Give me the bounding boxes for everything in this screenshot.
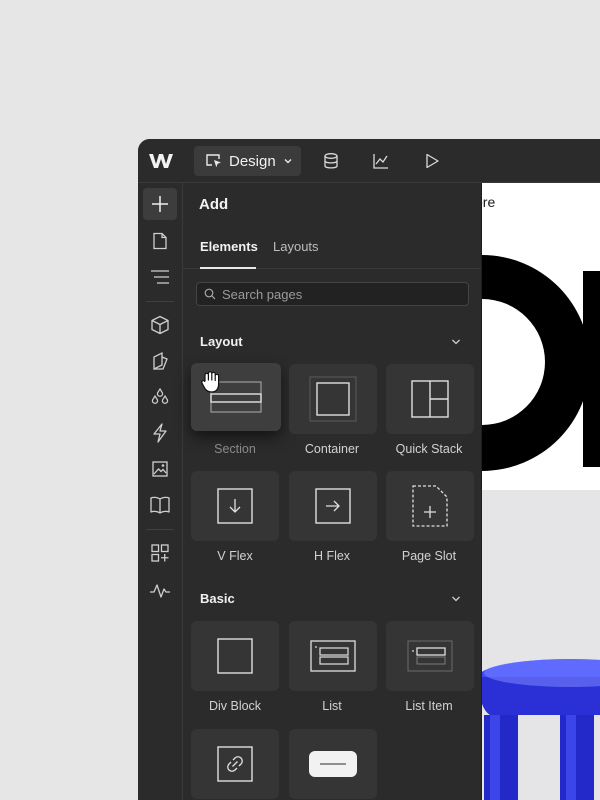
layout-section-header[interactable]: Layout — [183, 330, 481, 354]
database-icon[interactable] — [322, 152, 340, 170]
analytics-icon[interactable] — [372, 152, 390, 170]
element-container[interactable] — [289, 364, 377, 434]
assets-button[interactable] — [143, 453, 177, 485]
search-icon — [204, 288, 216, 300]
style-icon — [153, 351, 168, 371]
apps-button[interactable] — [143, 537, 177, 569]
play-icon[interactable] — [423, 152, 441, 170]
h-flex-element-icon — [315, 488, 351, 524]
page-slot-element-icon — [412, 485, 448, 527]
element-label: Container — [304, 442, 360, 456]
canvas-text: ore — [482, 194, 496, 210]
image-icon — [152, 461, 168, 477]
container-element-icon — [309, 376, 357, 422]
element-label: Quick Stack — [395, 442, 463, 456]
div-block-element-icon — [217, 638, 253, 674]
element-page-slot[interactable] — [386, 471, 474, 541]
v-flex-element-icon — [217, 488, 253, 524]
grab-hand-cursor-icon — [201, 371, 220, 393]
mode-label: Design — [229, 152, 276, 170]
element-button[interactable] — [289, 729, 377, 799]
element-v-flex[interactable] — [191, 471, 279, 541]
audit-button[interactable] — [143, 575, 177, 607]
button-element-icon — [309, 751, 357, 777]
element-label: List Item — [405, 699, 453, 713]
pulse-icon — [150, 584, 170, 598]
section-label-basic: Basic — [200, 591, 235, 606]
cursor-box-icon — [206, 154, 221, 168]
navigator-icon — [151, 270, 169, 284]
top-bar: Design — [138, 139, 600, 183]
element-label: List — [322, 699, 342, 713]
tab-elements[interactable]: Elements — [200, 239, 258, 254]
rail-divider — [146, 301, 174, 302]
element-list[interactable] — [289, 621, 377, 691]
style-manager-button[interactable] — [143, 345, 177, 377]
variables-button[interactable] — [143, 381, 177, 413]
navigator-button[interactable] — [143, 261, 177, 293]
tab-layouts[interactable]: Layouts — [273, 239, 319, 254]
plus-icon — [152, 196, 168, 212]
element-list-item[interactable] — [386, 621, 474, 691]
chevron-down-icon — [452, 596, 460, 602]
page-icon — [153, 232, 167, 250]
box-icon — [151, 315, 169, 335]
apps-icon — [151, 544, 169, 562]
rail-divider — [146, 529, 174, 530]
pages-button[interactable] — [143, 225, 177, 257]
element-label: V Flex — [217, 549, 253, 563]
element-h-flex[interactable] — [289, 471, 377, 541]
book-icon — [150, 496, 170, 514]
search-box[interactable] — [196, 282, 469, 306]
element-link-block[interactable] — [191, 729, 279, 799]
components-button[interactable] — [143, 309, 177, 341]
canvas-page: ore — [482, 183, 600, 490]
element-label: Page Slot — [401, 549, 457, 563]
basic-section-header[interactable]: Basic — [183, 587, 481, 611]
quick-stack-element-icon — [411, 380, 449, 418]
element-div-block[interactable] — [191, 621, 279, 691]
chevron-down-icon — [284, 159, 292, 164]
link-icon — [217, 746, 253, 782]
element-label: Div Block — [208, 699, 262, 713]
active-tab-indicator — [200, 267, 256, 269]
panel-title: Add — [199, 196, 229, 213]
element-label: H Flex — [313, 549, 351, 563]
element-quick-stack[interactable] — [386, 364, 474, 434]
left-rail — [138, 183, 183, 800]
blue-stool-graphic — [482, 659, 600, 800]
add-panel-button[interactable] — [143, 188, 177, 220]
section-label-layout: Layout — [200, 334, 243, 349]
list-element-icon — [310, 640, 356, 672]
canvas-graphic — [482, 255, 600, 471]
list-item-element-icon — [407, 640, 453, 672]
design-mode-button[interactable]: Design — [194, 146, 301, 176]
webflow-logo[interactable] — [148, 151, 174, 171]
element-label: Section — [214, 442, 256, 456]
chevron-down-icon — [452, 339, 460, 345]
interactions-button[interactable] — [143, 417, 177, 449]
cms-button[interactable] — [143, 489, 177, 521]
bolt-icon — [153, 423, 167, 443]
search-input[interactable] — [222, 286, 452, 302]
drops-icon — [151, 387, 169, 404]
